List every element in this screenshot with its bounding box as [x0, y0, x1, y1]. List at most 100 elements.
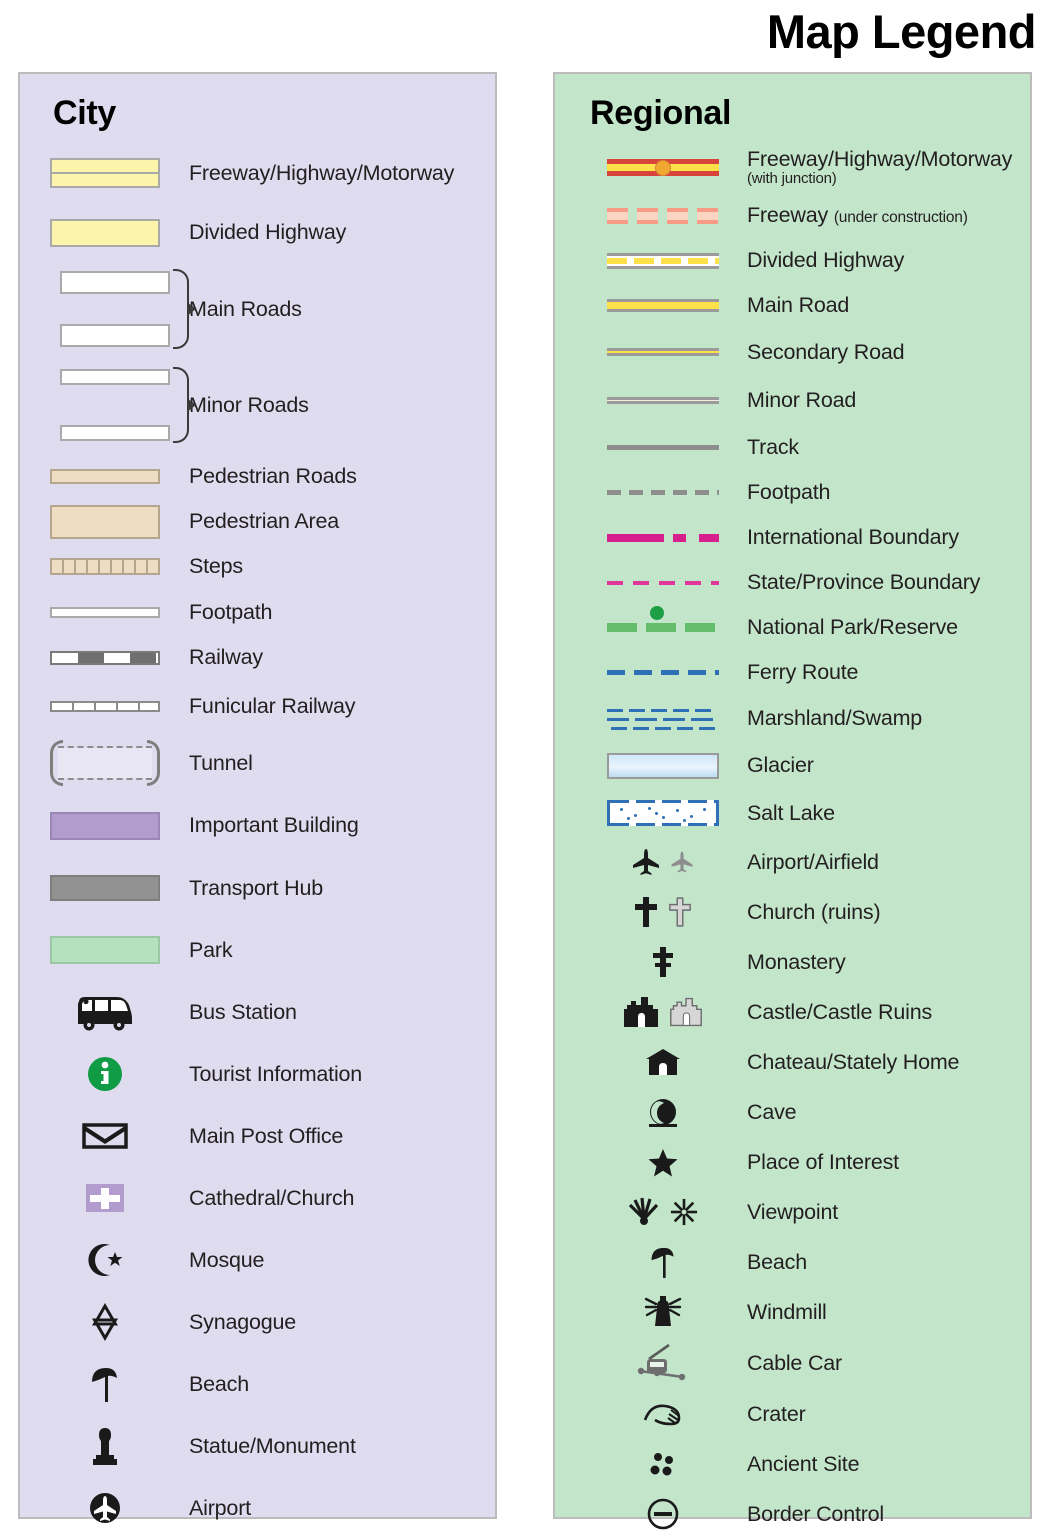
legend-label: Crater: [747, 1401, 806, 1426]
minor-roads-brace-swatch: [40, 367, 196, 443]
legend-label: Track: [747, 434, 799, 459]
border-control-icon: [600, 1497, 725, 1531]
national-park-swatch: [600, 606, 725, 632]
legend-label: Tourist Information: [189, 1061, 363, 1086]
legend-label: Railway: [189, 645, 263, 670]
pedestrian-road-swatch: [40, 468, 170, 484]
page-title: Map Legend: [766, 5, 1037, 58]
legend-item-city-statue: Statue/Monument: [20, 1415, 495, 1477]
legend-label: Tunnel: [189, 750, 253, 775]
legend-label: Freeway (under construction): [747, 203, 968, 228]
castle-pair-icon: [600, 995, 725, 1029]
legend-item-regional-main-road: Main Road: [555, 283, 1030, 328]
legend-label: National Park/Reserve: [747, 615, 958, 640]
glacier-swatch: [600, 752, 725, 779]
railway-swatch: [40, 650, 170, 665]
freeway-swatch: [40, 158, 170, 188]
parasol-icon: [40, 1364, 170, 1404]
state-boundary-swatch: [600, 580, 725, 585]
legend-item-national-park: National Park/Reserve: [555, 605, 1030, 650]
legend-label: Chateau/Stately Home: [747, 1049, 960, 1074]
legend-item-city-pedestrian-roads: Pedestrian Roads: [20, 453, 495, 499]
important-building-swatch: [40, 811, 170, 840]
legend-item-city-transport-hub: Transport Hub: [20, 857, 495, 919]
legend-item-city-main-roads: Main Roads: [20, 261, 495, 357]
international-boundary-swatch: [600, 533, 725, 542]
monastery-cross-icon: [600, 945, 725, 979]
legend-item-city-steps: Steps: [20, 544, 495, 589]
legend-label: Divided Highway: [747, 248, 905, 273]
legend-item-cable-car: Cable Car: [555, 1337, 1030, 1389]
legend-item-monastery: Monastery: [555, 937, 1030, 987]
legend-item-international-boundary: International Boundary: [555, 515, 1030, 560]
legend-item-salt-lake: Salt Lake: [555, 789, 1030, 837]
transport-hub-swatch: [40, 875, 170, 901]
regional-minor-road-swatch: [600, 396, 725, 404]
legend-label: Minor Roads: [189, 392, 309, 417]
legend-label: Castle/Castle Ruins: [747, 999, 932, 1024]
legend-item-city-airport: Airport: [20, 1477, 495, 1539]
legend-label: Airport/Airfield: [747, 849, 879, 874]
legend-item-regional-footpath: Footpath: [555, 470, 1030, 515]
legend-label: Monastery: [747, 949, 846, 974]
secondary-road-swatch: [600, 348, 725, 356]
legend-label: Secondary Road: [747, 339, 905, 364]
legend-item-windmill: Windmill: [555, 1287, 1030, 1337]
regional-heading: Regional: [590, 94, 732, 132]
legend-label: Footpath: [747, 480, 831, 505]
bus-icon: [40, 992, 170, 1032]
envelope-icon: [40, 1120, 170, 1152]
legend-item-state-boundary: State/Province Boundary: [555, 560, 1030, 605]
cave-icon: [600, 1096, 725, 1128]
legend-item-city-beach: Beach: [20, 1353, 495, 1415]
city-legend-panel: City Freeway/Highway/Motorway Divided Hi…: [18, 72, 497, 1523]
main-roads-brace-swatch: [40, 269, 196, 349]
legend-item-city-mosque: Mosque: [20, 1229, 495, 1291]
legend-label: Cable Car: [747, 1350, 842, 1375]
legend-label: Main Road: [747, 293, 850, 318]
windmill-icon: [600, 1294, 725, 1330]
legend-item-city-minor-roads: Minor Roads: [20, 357, 495, 453]
crescent-star-icon: [40, 1241, 170, 1279]
legend-label: Steps: [189, 554, 243, 579]
legend-item-city-tourist-information: Tourist Information: [20, 1043, 495, 1105]
legend-label: Pedestrian Area: [189, 509, 339, 534]
legend-item-city-tunnel: Tunnel: [20, 732, 495, 794]
legend-item-city-divided-highway: Divided Highway: [20, 204, 495, 261]
legend-label: State/Province Boundary: [747, 570, 981, 595]
legend-item-city-funicular: Funicular Railway: [20, 680, 495, 732]
legend-item-city-post-office: Main Post Office: [20, 1105, 495, 1167]
park-swatch: [40, 936, 170, 964]
legend-item-regional-freeway-uc: Freeway (under construction): [555, 193, 1030, 238]
marshland-swatch: [600, 706, 725, 732]
legend-item-city-railway: Railway: [20, 635, 495, 680]
legend-label: Minor Road: [747, 387, 857, 412]
legend-item-city-footpath: Footpath: [20, 589, 495, 635]
legend-item-regional-freeway: Freeway/Highway/Motorway (with junction): [555, 142, 1030, 193]
legend-label: Beach: [189, 1371, 249, 1396]
legend-item-regional-divided-highway: Divided Highway: [555, 238, 1030, 283]
brace-icon: [173, 367, 196, 443]
legend-label: Freeway/Highway/Motorway (with junction): [747, 147, 1013, 188]
star-icon: [600, 1146, 725, 1178]
ferry-route-swatch: [600, 670, 725, 675]
legend-label: Main Post Office: [189, 1123, 344, 1148]
legend-item-city-freeway: Freeway/Highway/Motorway: [20, 142, 495, 204]
legend-item-glacier: Glacier: [555, 742, 1030, 789]
legend-label: Beach: [747, 1249, 807, 1274]
legend-label: Ancient Site: [747, 1451, 860, 1476]
steps-swatch: [40, 558, 170, 575]
legend-label: Bus Station: [189, 999, 297, 1024]
legend-label: Funicular Railway: [189, 693, 356, 718]
legend-label: Airport: [189, 1495, 251, 1520]
legend-label: Marshland/Swamp: [747, 706, 923, 731]
funicular-railway-swatch: [40, 700, 170, 712]
legend-label: Transport Hub: [189, 875, 324, 900]
legend-item-viewpoint: Viewpoint: [555, 1187, 1030, 1237]
city-heading: City: [53, 94, 117, 132]
track-swatch: [600, 444, 725, 450]
regional-divided-highway-swatch: [600, 252, 725, 269]
legend-item-marshland: Marshland/Swamp: [555, 695, 1030, 742]
legend-label: Divided Highway: [189, 220, 347, 245]
legend-label: Statue/Monument: [189, 1433, 356, 1458]
